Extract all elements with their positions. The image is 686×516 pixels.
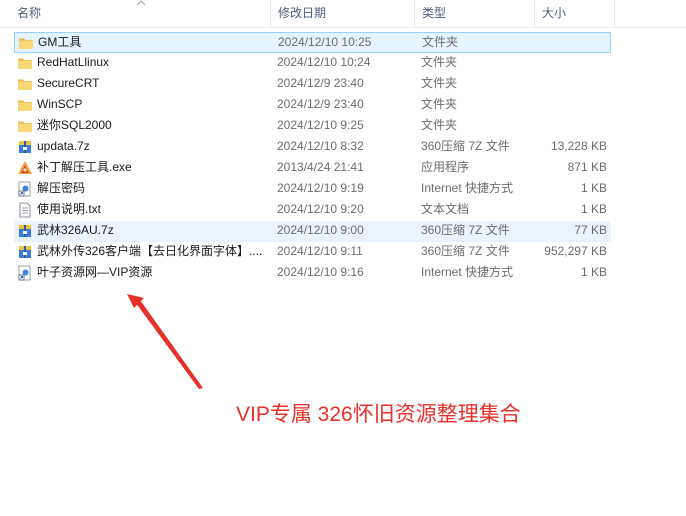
file-type: 文件夹 — [422, 35, 459, 49]
file-size: 871 KB — [567, 160, 607, 174]
file-date: 2024/12/10 10:25 — [278, 35, 372, 49]
file-row[interactable]: SecureCRT 2024/12/9 23:40 文件夹 — [14, 74, 611, 95]
file-type: Internet 快捷方式 — [421, 181, 514, 195]
file-name: 迷你SQL2000 — [37, 118, 112, 132]
file-name: SecureCRT — [37, 76, 100, 90]
file-size: 1 KB — [580, 181, 607, 195]
exe-icon — [17, 160, 33, 176]
file-date: 2024/12/10 9:25 — [277, 118, 364, 132]
file-size: 13,228 KB — [550, 139, 607, 153]
file-type: 文件夹 — [421, 118, 458, 132]
file-date: 2024/12/10 8:32 — [277, 139, 364, 153]
file-type: 文本文档 — [421, 202, 470, 216]
file-size: 1 KB — [580, 202, 607, 216]
file-row[interactable]: 叶子资源网—VIP资源 2024/12/10 9:16 Internet 快捷方式 1… — [14, 263, 611, 284]
file-name: 使用说明.txt — [37, 202, 102, 216]
file-size — [534, 95, 607, 114]
file-size — [534, 116, 607, 135]
file-row[interactable]: GM工具 2024/12/10 10:25 文件夹 — [14, 32, 611, 53]
file-name: 武林外传326客户端【去日化界面字体】.... — [37, 244, 263, 258]
file-size: 1 KB — [580, 265, 607, 279]
file-date: 2013/4/24 21:41 — [277, 160, 364, 174]
file-size — [534, 74, 607, 93]
file-row[interactable]: 武林326AU.7z 2024/12/10 9:00 360压缩 7Z 文件 77 K… — [14, 221, 611, 242]
folder-icon — [17, 76, 33, 92]
promo-annotation: VIP专属 326怀旧资源整理集合 — [236, 403, 521, 426]
file-type: 文件夹 — [421, 97, 458, 111]
file-row[interactable]: RedHatLlinux 2024/12/10 10:24 文件夹 — [14, 53, 611, 74]
file-name: RedHatLlinux — [37, 55, 110, 69]
column-header-type[interactable]: 类型 — [417, 0, 535, 27]
column-header-bar: 名称 修改日期 类型 大小 — [0, 0, 686, 28]
file-row[interactable]: 解压密码 2024/12/10 9:19 Internet 快捷方式 1 KB — [14, 179, 611, 200]
file-date: 2024/12/10 9:19 — [277, 181, 364, 195]
file-name: 解压密码 — [37, 181, 86, 195]
file-type: 360压缩 7Z 文件 — [421, 139, 510, 153]
column-header-date[interactable]: 修改日期 — [273, 0, 415, 27]
file-type: 文件夹 — [421, 76, 458, 90]
archive-icon — [17, 139, 33, 155]
url-shortcut-icon — [17, 265, 33, 281]
file-name: 补丁解压工具.exe — [37, 160, 132, 174]
file-size — [534, 53, 607, 72]
file-date: 2024/12/9 23:40 — [277, 76, 364, 90]
file-type: Internet 快捷方式 — [421, 265, 514, 279]
folder-icon — [18, 35, 34, 51]
folder-icon — [17, 118, 33, 134]
file-name: 武林326AU.7z — [37, 223, 114, 237]
file-date: 2024/12/9 23:40 — [277, 97, 364, 111]
archive-icon — [17, 244, 33, 260]
sort-ascending-icon — [136, 0, 146, 6]
file-row[interactable]: WinSCP 2024/12/9 23:40 文件夹 — [14, 95, 611, 116]
file-type: 应用程序 — [421, 160, 470, 174]
file-date: 2024/12/10 10:24 — [277, 55, 371, 69]
file-size — [535, 33, 608, 52]
file-type: 文件夹 — [421, 55, 458, 69]
file-row[interactable]: 武林外传326客户端【去日化界面字体】.... 2024/12/10 9:11 36… — [14, 242, 611, 263]
folder-icon — [17, 97, 33, 113]
text-file-icon — [17, 202, 33, 218]
archive-icon — [17, 223, 33, 239]
file-row[interactable]: 迷你SQL2000 2024/12/10 9:25 文件夹 — [14, 116, 611, 137]
file-row[interactable]: updata.7z 2024/12/10 8:32 360压缩 7Z 文件 13,22… — [14, 137, 611, 158]
file-name: 叶子资源网—VIP资源 — [37, 265, 153, 279]
url-shortcut-icon — [17, 181, 33, 197]
file-type: 360压缩 7Z 文件 — [421, 223, 510, 237]
file-size: 952,297 KB — [544, 244, 607, 258]
file-name: GM工具 — [38, 35, 82, 49]
file-date: 2024/12/10 9:00 — [277, 223, 364, 237]
folder-icon — [17, 55, 33, 71]
file-date: 2024/12/10 9:20 — [277, 202, 364, 216]
file-row[interactable]: 补丁解压工具.exe 2013/4/24 21:41 应用程序 871 KB — [14, 158, 611, 179]
column-header-size[interactable]: 大小 — [537, 0, 615, 27]
file-date: 2024/12/10 9:11 — [277, 244, 363, 258]
file-name: WinSCP — [37, 97, 83, 111]
file-size: 77 KB — [574, 223, 607, 237]
file-date: 2024/12/10 9:16 — [277, 265, 364, 279]
file-type: 360压缩 7Z 文件 — [421, 244, 510, 258]
file-name: updata.7z — [37, 139, 90, 153]
file-row[interactable]: 使用说明.txt 2024/12/10 9:20 文本文档 1 KB — [14, 200, 611, 221]
